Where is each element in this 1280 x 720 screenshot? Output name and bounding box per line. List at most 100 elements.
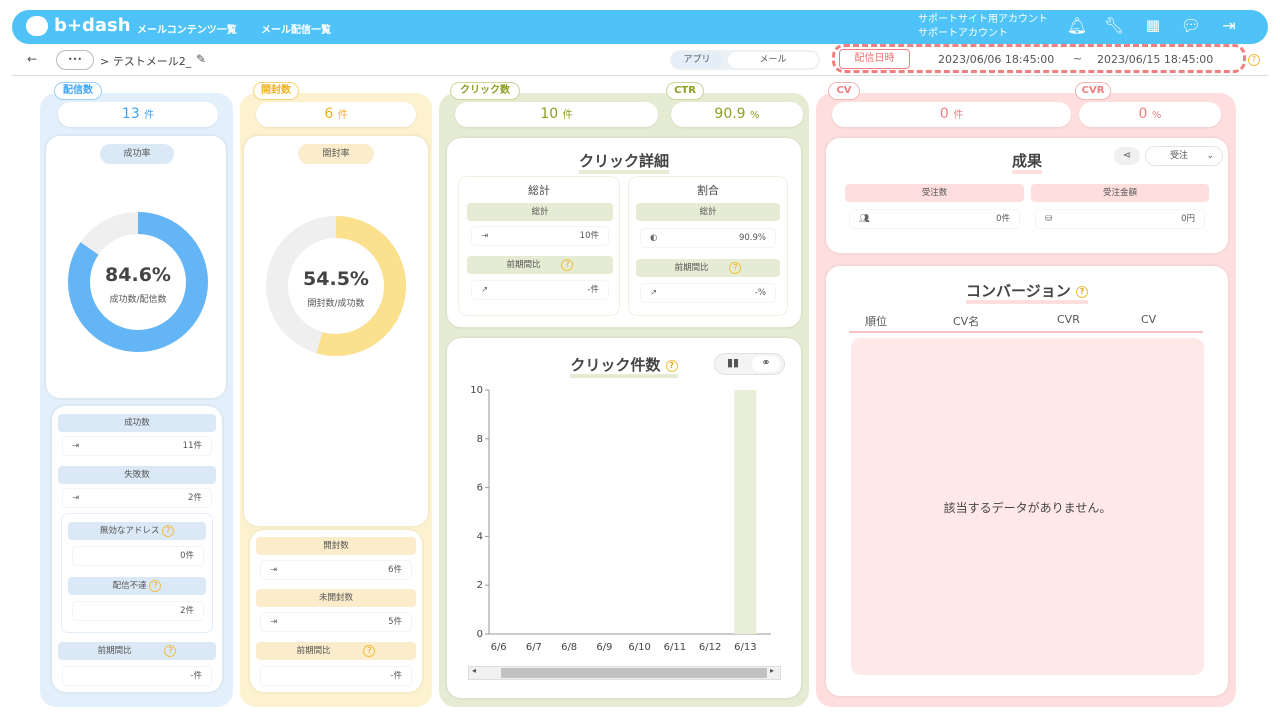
success-rate-percent: 84.6% bbox=[105, 264, 171, 286]
success-rate-sub: 成功数/配信数 bbox=[109, 295, 167, 305]
x-tick-label: 6/10 bbox=[628, 642, 650, 653]
col-cv-name: CV名 bbox=[953, 315, 980, 328]
cv-count: 0 件 bbox=[832, 102, 1071, 127]
ratio-value: ◐ 90.9% bbox=[640, 228, 776, 248]
click-title: クリック数 bbox=[450, 82, 520, 100]
bar bbox=[734, 390, 757, 634]
scrollbar-thumb[interactable] bbox=[501, 668, 767, 678]
pencil-icon[interactable]: ✎ bbox=[196, 52, 206, 66]
orders-value: 👥︎ 0件 bbox=[849, 209, 1020, 229]
invalid-address-label: 無効なアドレス ? bbox=[68, 522, 206, 540]
trend-icon: ↗ bbox=[481, 285, 489, 295]
total-value: ⇥ 10件 bbox=[471, 226, 609, 246]
open-rate-label: 開封率 bbox=[298, 144, 374, 164]
success-count-label: 成功数 bbox=[58, 414, 216, 432]
click-bar-chart: 0 2 4 6 8 10 6/6 6/7 6/8 6/9 6/10 6/11 6/12 6/13 bbox=[470, 385, 771, 653]
open-rate-sub: 開封数/成功数 bbox=[307, 299, 365, 309]
x-tick-label: 6/9 bbox=[596, 642, 612, 653]
help-icon: ? bbox=[363, 644, 376, 657]
open-rate-percent: 54.5% bbox=[303, 268, 369, 290]
delivery-prev-label: 前期間比 ? bbox=[58, 642, 216, 660]
click-detail-title: クリック詳細 bbox=[447, 150, 801, 174]
orders-label: 受注数 bbox=[845, 184, 1024, 202]
undelivered-label: 配信不達 ? bbox=[68, 577, 206, 595]
ratio-title: 割合 bbox=[697, 184, 719, 197]
cvr-value: 0 % bbox=[1079, 102, 1221, 127]
delivery-prev-value: -件 bbox=[62, 666, 212, 686]
total-prev-label: 前期間比 ? bbox=[467, 256, 613, 274]
scroll-right-icon[interactable]: ▸ bbox=[770, 666, 774, 675]
help-icon[interactable]: ? bbox=[1248, 54, 1260, 66]
help-icon: ? bbox=[164, 644, 177, 657]
chart-scrollbar[interactable]: ◂ ▸ bbox=[468, 666, 781, 680]
amount-value: ⛁ 0円 bbox=[1035, 209, 1205, 229]
share-icon[interactable]: ⋖ bbox=[1114, 147, 1140, 165]
y-tick-label: 10 bbox=[470, 385, 483, 396]
help-icon: ? bbox=[665, 359, 678, 372]
x-tick-label: 6/12 bbox=[699, 642, 721, 653]
help-icon: ? bbox=[149, 579, 162, 592]
amount-label: 受注金額 bbox=[1031, 184, 1209, 202]
nav-mail-contents[interactable]: メールコンテンツ一覧 bbox=[137, 21, 237, 36]
send-icon: ⇥ bbox=[481, 231, 489, 241]
open-prev-label: 前期間比 ? bbox=[256, 642, 416, 660]
date-to[interactable]: 2023/06/15 18:45:00 bbox=[1097, 53, 1213, 66]
help-icon: ? bbox=[162, 524, 175, 537]
success-rate-label: 成功率 bbox=[100, 144, 174, 164]
ctr-title: CTR bbox=[666, 82, 704, 100]
date-from[interactable]: 2023/06/06 18:45:00 bbox=[938, 53, 1054, 66]
back-icon[interactable]: ← bbox=[27, 52, 37, 66]
grid-icon[interactable]: ▦ bbox=[1142, 16, 1164, 34]
logo-icon bbox=[26, 16, 48, 36]
y-tick-label: 8 bbox=[477, 434, 483, 445]
account-name[interactable]: サポートサイト用アカウント サポートアカウント bbox=[918, 13, 1048, 41]
chevron-down-icon: ⌄ bbox=[1206, 151, 1214, 161]
success-count-value: ⇥ 11件 bbox=[62, 436, 212, 456]
opened-label: 開封数 bbox=[256, 537, 416, 555]
x-tick-label: 6/7 bbox=[526, 642, 542, 653]
scroll-left-icon[interactable]: ◂ bbox=[472, 666, 476, 675]
delivery-date-label: 配信日時 bbox=[839, 49, 910, 69]
logout-icon[interactable]: ⇥ bbox=[1218, 16, 1240, 35]
tilde: ~ bbox=[1073, 52, 1083, 65]
fail-count-value: ⇥ 2件 bbox=[62, 488, 212, 508]
wrench-icon[interactable]: 🔧︎ bbox=[1103, 16, 1125, 35]
fail-count-label: 失敗数 bbox=[58, 466, 216, 484]
opened-value: ⇥ 6件 bbox=[260, 560, 412, 580]
col-cv: CV bbox=[1141, 313, 1157, 326]
result-select[interactable]: 受注 ⌄ bbox=[1146, 147, 1222, 165]
send-icon: ⇥ bbox=[270, 565, 278, 575]
bell-icon[interactable]: 🔔︎ bbox=[1066, 16, 1088, 35]
open-count: 6 件 bbox=[256, 102, 416, 127]
invalid-address-value: 0件 bbox=[72, 546, 204, 566]
tab-mail[interactable]: メール bbox=[728, 52, 818, 68]
link-icon[interactable]: ⚭ bbox=[752, 356, 780, 372]
tab-app[interactable]: アプリ bbox=[672, 52, 722, 68]
help-icon: ? bbox=[561, 258, 574, 271]
open-title: 開封数 bbox=[253, 82, 299, 100]
coins-icon: ⛁ bbox=[1045, 214, 1053, 224]
undelivered-value: 2件 bbox=[72, 601, 204, 621]
total-prev-value: ↗ -件 bbox=[471, 280, 609, 300]
more-button[interactable]: ••• bbox=[56, 50, 94, 70]
x-tick-label: 6/8 bbox=[561, 642, 577, 653]
conversion-title: コンバージョン ? bbox=[826, 280, 1228, 304]
delivery-count: 13 件 bbox=[58, 102, 218, 127]
pie-icon: ◐ bbox=[650, 233, 658, 243]
delivery-title: 配信数 bbox=[54, 82, 102, 100]
total-label: 総計 bbox=[467, 203, 613, 221]
ratio-prev-value: ↗ -% bbox=[640, 283, 776, 303]
nav-mail-deliveries[interactable]: メール配信一覧 bbox=[261, 21, 331, 36]
bar-chart-icon[interactable]: ▮▮ bbox=[720, 356, 746, 369]
users-icon: 👥︎ bbox=[859, 214, 870, 224]
help-icon: ? bbox=[729, 261, 742, 274]
trend-icon: ↗ bbox=[650, 288, 658, 298]
y-tick-label: 0 bbox=[477, 629, 483, 640]
chat-icon[interactable]: 💬︎ bbox=[1180, 16, 1202, 35]
send-icon: ⇥ bbox=[72, 441, 80, 451]
x-tick-label: 6/6 bbox=[491, 642, 507, 653]
logo[interactable]: b+dash bbox=[54, 15, 131, 36]
y-tick-label: 6 bbox=[477, 483, 483, 494]
ratio-label: 総計 bbox=[636, 203, 780, 221]
send-icon: ⇥ bbox=[72, 493, 80, 503]
